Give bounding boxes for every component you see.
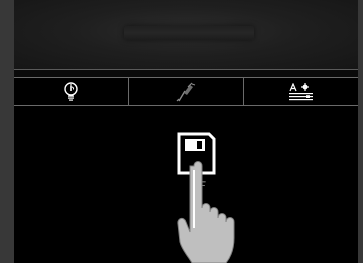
tap-hand-icon xyxy=(177,161,235,263)
lightbulb-info-icon xyxy=(64,81,78,101)
tool-button-info[interactable] xyxy=(14,78,129,105)
tool-button-text-settings[interactable] xyxy=(244,78,358,105)
device-frame: …F xyxy=(0,0,363,263)
main-area: …F xyxy=(14,106,358,263)
preview-slot xyxy=(124,26,254,40)
brush-edit-icon xyxy=(176,82,196,101)
text-settings-icon xyxy=(289,82,313,100)
separator-bar xyxy=(14,69,358,77)
camera-preview xyxy=(14,0,358,69)
screen: …F xyxy=(14,0,358,263)
toolbar xyxy=(14,77,358,106)
tool-button-brush[interactable] xyxy=(129,78,244,105)
